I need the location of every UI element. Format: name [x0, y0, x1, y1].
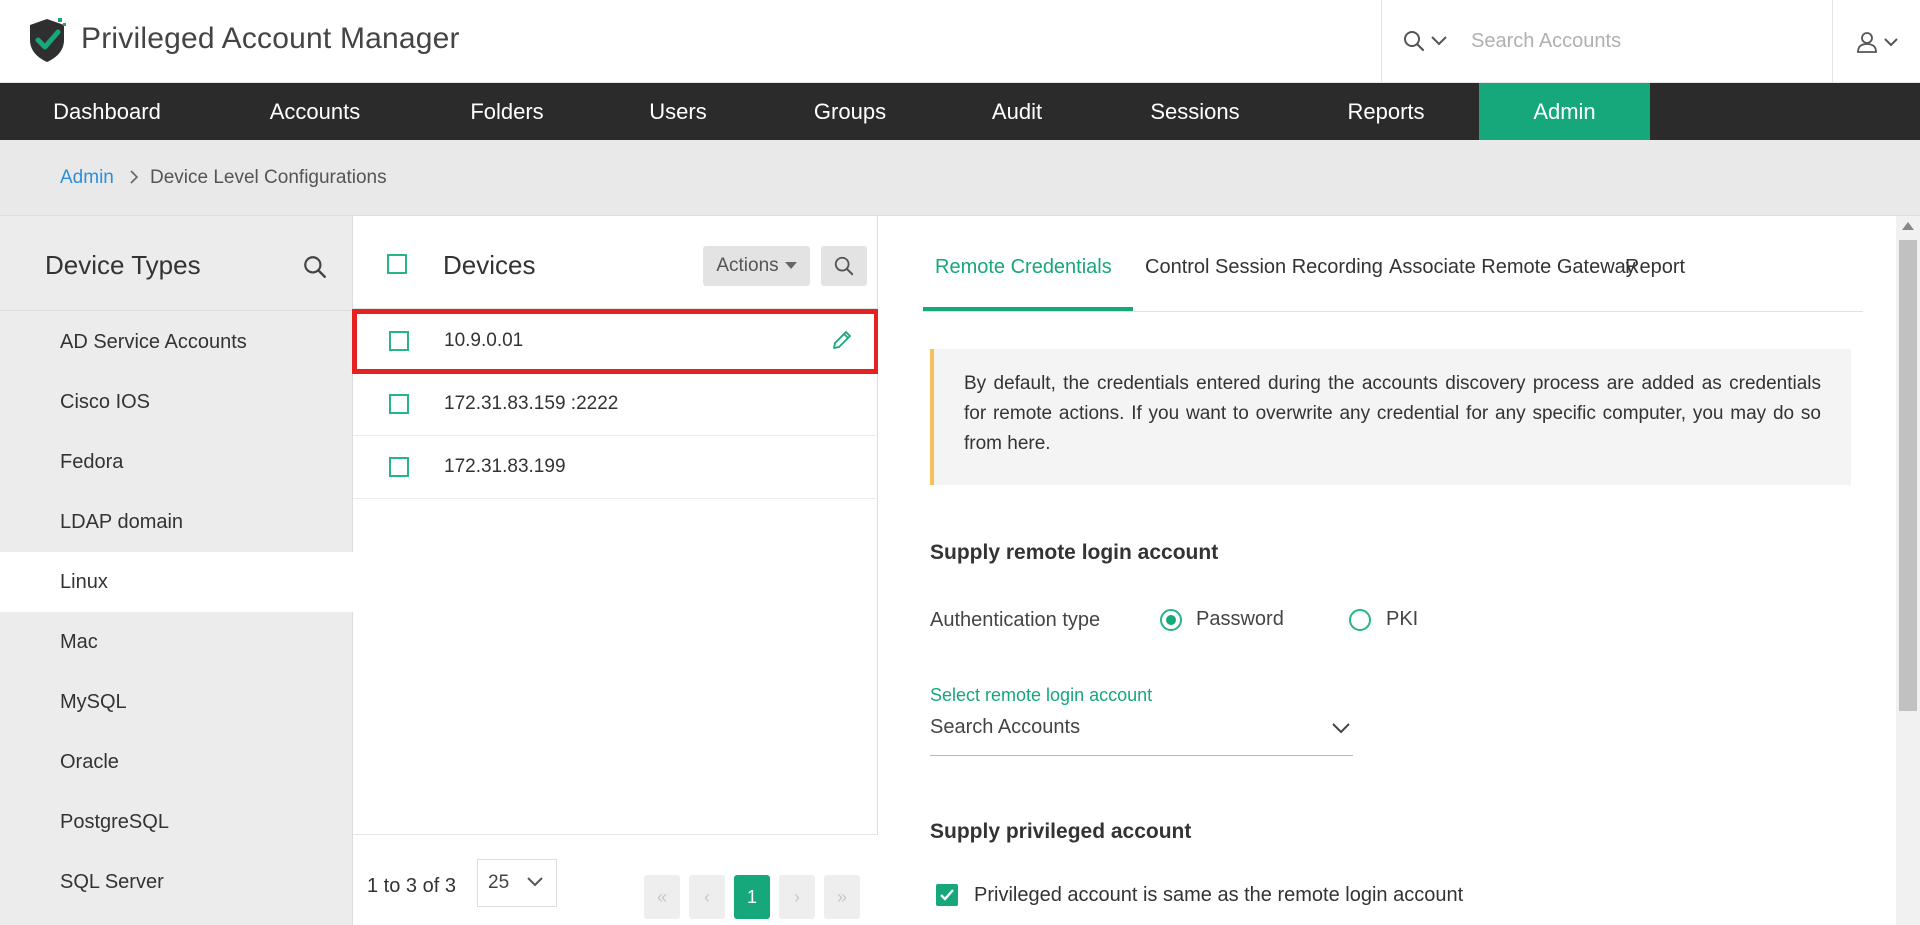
- tab-control-session-recording[interactable]: Control Session Recording: [1145, 256, 1383, 279]
- auth-pki-label[interactable]: PKI: [1386, 608, 1418, 631]
- chevron-down-icon: [527, 877, 543, 887]
- breadcrumb-admin-link[interactable]: Admin: [60, 167, 114, 189]
- actions-dropdown-button[interactable]: Actions: [703, 246, 810, 286]
- nav-accounts[interactable]: Accounts: [245, 83, 385, 140]
- app-title: Privileged Account Manager: [81, 22, 460, 55]
- device-types-title: Device Types: [45, 250, 201, 280]
- chevron-right-icon: [130, 170, 139, 184]
- active-tab-indicator: [923, 307, 1133, 311]
- nav-audit[interactable]: Audit: [976, 83, 1058, 140]
- device-checkbox[interactable]: [389, 394, 409, 414]
- config-tabs: Remote Credentials Control Session Recor…: [923, 216, 1863, 312]
- breadcrumb: Admin Device Level Configurations: [0, 140, 1920, 216]
- tab-associate-remote-gateway[interactable]: Associate Remote Gateway: [1389, 256, 1636, 279]
- search-icon: [1404, 31, 1425, 52]
- device-label: 10.9.0.01: [444, 330, 524, 351]
- remote-credentials-panel: Remote Credentials Control Session Recor…: [878, 216, 1920, 925]
- breadcrumb-current: Device Level Configurations: [150, 167, 387, 188]
- scroll-up-arrow-icon[interactable]: [1902, 222, 1914, 230]
- remote-login-section-title: Supply remote login account: [930, 541, 1219, 564]
- prev-page-button[interactable]: ‹: [689, 875, 725, 919]
- page-size-select[interactable]: 25: [477, 859, 557, 907]
- privileged-same-checkbox[interactable]: [936, 884, 958, 906]
- auth-password-label[interactable]: Password: [1196, 608, 1284, 631]
- device-checkbox[interactable]: [389, 457, 409, 477]
- devices-header: Devices Actions: [353, 216, 878, 309]
- nav-users[interactable]: Users: [628, 83, 728, 140]
- search-icon[interactable]: [302, 254, 328, 280]
- pencil-edit-icon[interactable]: [830, 328, 854, 352]
- devices-title: Devices: [443, 250, 536, 280]
- app-header: Privileged Account Manager: [0, 0, 1920, 83]
- devices-panel: Devices Actions 10.9.0.01 172.31.83.159 …: [352, 216, 879, 925]
- device-type-item[interactable]: PostgreSQL: [0, 792, 353, 852]
- device-row[interactable]: 10.9.0.01: [352, 309, 879, 374]
- device-label: 172.31.83.199: [444, 456, 566, 477]
- next-page-button[interactable]: ›: [779, 875, 815, 919]
- device-type-item[interactable]: Mac: [0, 612, 353, 672]
- auth-type-label: Authentication type: [930, 609, 1101, 631]
- device-types-header: Device Types: [0, 216, 353, 311]
- nav-dashboard[interactable]: Dashboard: [28, 83, 186, 140]
- header-search: [1381, 0, 1832, 83]
- chevron-down-icon: [1332, 723, 1350, 734]
- nav-groups[interactable]: Groups: [792, 83, 908, 140]
- user-icon: [1856, 31, 1877, 53]
- privileged-section-title: Supply privileged account: [930, 820, 1192, 843]
- user-menu[interactable]: [1832, 0, 1920, 83]
- device-row[interactable]: 172.31.83.159 :2222: [353, 373, 878, 436]
- shield-logo-icon: [30, 18, 66, 62]
- nav-sessions[interactable]: Sessions: [1130, 83, 1260, 140]
- devices-pagination: 1 to 3 of 3 25 « ‹ 1 › »: [353, 834, 878, 925]
- checkmark-icon: [940, 889, 954, 901]
- page-size-value: 25: [488, 872, 510, 893]
- select-all-checkbox[interactable]: [387, 254, 407, 274]
- device-type-item[interactable]: LDAP domain: [0, 492, 353, 552]
- caret-down-icon: [784, 262, 797, 269]
- search-accounts-input[interactable]: [1471, 22, 1811, 60]
- remote-login-account-select[interactable]: Search Accounts: [930, 710, 1353, 756]
- info-note: By default, the credentials entered duri…: [930, 349, 1851, 485]
- scrollbar-thumb[interactable]: [1899, 240, 1917, 711]
- nav-admin[interactable]: Admin: [1479, 83, 1650, 140]
- device-type-item[interactable]: Fedora: [0, 432, 353, 492]
- page-info: 1 to 3 of 3: [367, 875, 456, 897]
- main-nav: Dashboard Accounts Folders Users Groups …: [0, 83, 1920, 140]
- chevron-down-icon: [1883, 37, 1898, 46]
- first-page-button[interactable]: «: [644, 875, 680, 919]
- search-icon: [834, 256, 854, 276]
- remote-login-account-label: Select remote login account: [930, 685, 1153, 705]
- device-row[interactable]: 172.31.83.199: [353, 436, 878, 499]
- device-type-item[interactable]: MySQL: [0, 672, 353, 732]
- devices-search-button[interactable]: [821, 246, 867, 286]
- device-type-item[interactable]: SQL Server: [0, 852, 353, 912]
- device-label: 172.31.83.159 :2222: [444, 393, 619, 414]
- auth-password-radio[interactable]: [1160, 609, 1182, 631]
- device-type-item[interactable]: Oracle: [0, 732, 353, 792]
- chevron-down-icon: [1431, 36, 1447, 46]
- page-scrollbar[interactable]: [1896, 216, 1920, 925]
- tab-report[interactable]: Report: [1625, 256, 1685, 279]
- device-type-item[interactable]: AD Service Accounts: [0, 312, 353, 372]
- actions-label: Actions: [716, 255, 779, 276]
- device-checkbox[interactable]: [389, 331, 409, 351]
- device-type-item-selected[interactable]: Linux: [0, 552, 353, 612]
- auth-pki-radio[interactable]: [1349, 609, 1371, 631]
- nav-folders[interactable]: Folders: [446, 83, 568, 140]
- last-page-button[interactable]: »: [824, 875, 860, 919]
- device-types-panel: Device Types AD Service Accounts Cisco I…: [0, 216, 353, 925]
- nav-reports[interactable]: Reports: [1330, 83, 1442, 140]
- current-page-button[interactable]: 1: [734, 875, 770, 919]
- search-type-dropdown[interactable]: [1402, 26, 1454, 56]
- privileged-same-label[interactable]: Privileged account is same as the remote…: [974, 884, 1463, 907]
- device-type-item[interactable]: Cisco IOS: [0, 372, 353, 432]
- tab-remote-credentials[interactable]: Remote Credentials: [935, 256, 1112, 279]
- remote-login-account-value: Search Accounts: [930, 716, 1081, 738]
